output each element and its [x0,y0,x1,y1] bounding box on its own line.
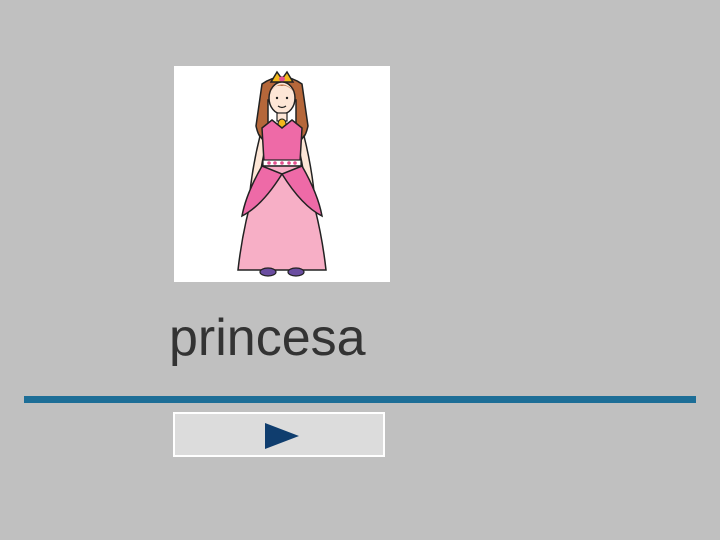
next-button[interactable] [173,412,385,457]
word-label: princesa [169,309,366,367]
princess-picture [174,66,390,282]
play-icon [265,423,299,449]
divider-line [24,396,696,403]
princess-illustration [237,70,327,277]
